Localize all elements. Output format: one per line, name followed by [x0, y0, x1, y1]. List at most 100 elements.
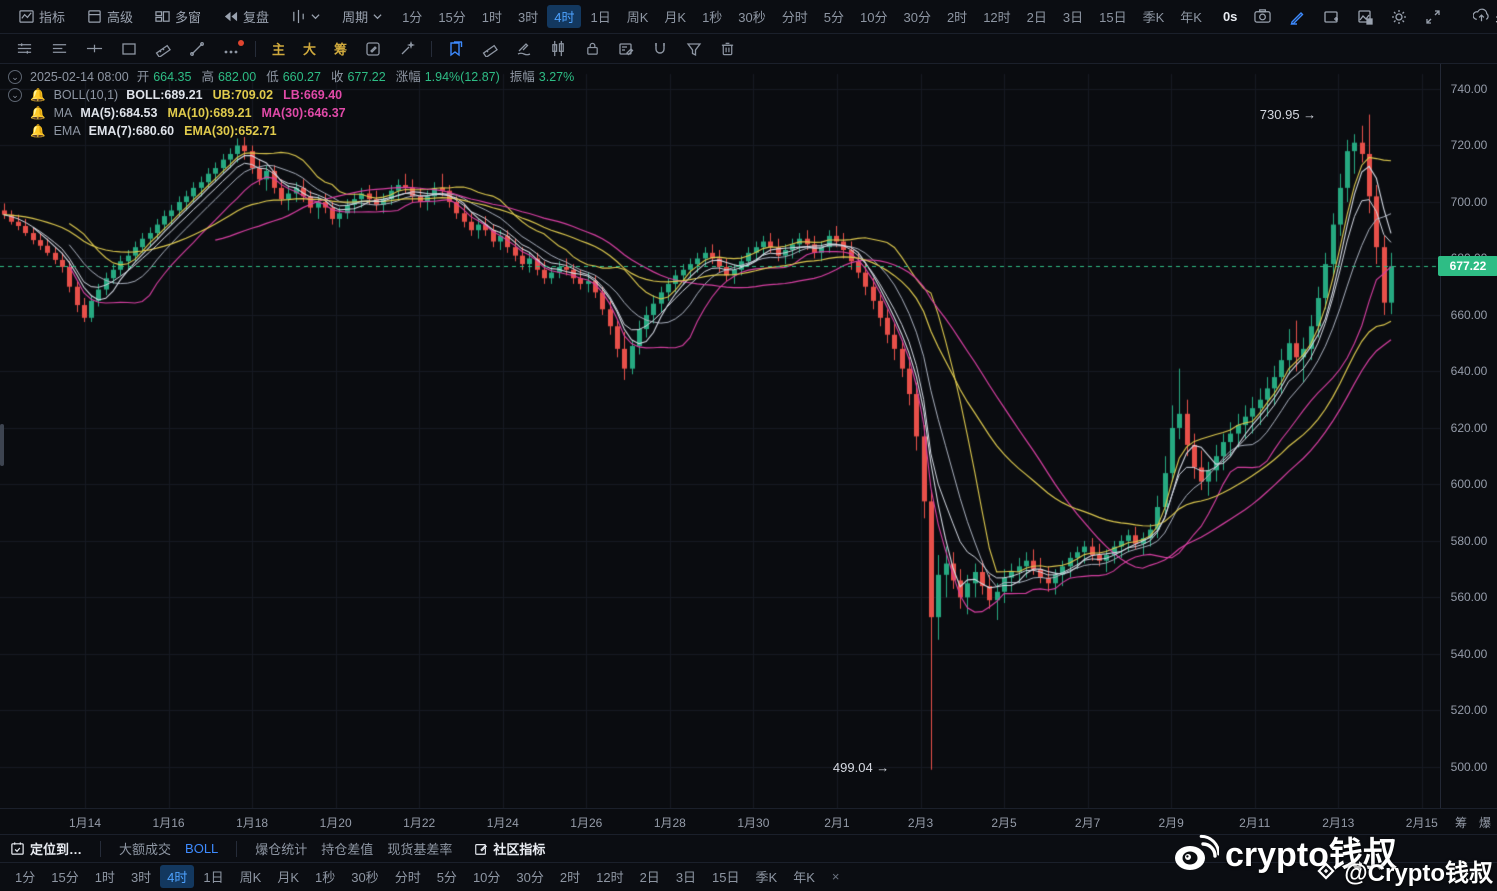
indicator-position-diff[interactable]: 持仓差值: [321, 839, 373, 858]
lock-icon[interactable]: [579, 41, 606, 56]
tab-top-15日[interactable]: 15日: [1092, 5, 1133, 28]
magic-wand-icon[interactable]: [393, 40, 421, 57]
tab-top-3日[interactable]: 3日: [1056, 5, 1090, 28]
date-label-1: 1月16: [152, 816, 185, 830]
tab-bottom-12时[interactable]: 12时: [589, 865, 630, 888]
indicator-liquidation[interactable]: 爆仓统计: [255, 839, 307, 858]
tab-bottom-30秒[interactable]: 30秒: [344, 865, 385, 888]
menu-advanced[interactable]: 高级: [78, 7, 142, 26]
cloud-save-dropdown[interactable]: 未命名: [1464, 7, 1497, 26]
price-tick-600: 600.00: [1450, 477, 1488, 492]
tab-bottom-4时[interactable]: 4时: [160, 865, 195, 888]
chips-tool[interactable]: 筹: [328, 39, 353, 58]
horizontal-ray-icon[interactable]: [80, 40, 109, 57]
collapse-chevron-icon[interactable]: ⌄: [8, 88, 22, 102]
indicator-large-trades[interactable]: 大额成交: [119, 839, 171, 858]
tab-bottom-3日[interactable]: 3日: [669, 865, 703, 888]
tab-bottom-30分[interactable]: 30分: [509, 865, 550, 888]
line-settings-icon[interactable]: [10, 40, 39, 57]
tab-top-2日[interactable]: 2日: [1020, 5, 1054, 28]
tab-bottom-季K[interactable]: 季K: [749, 865, 785, 888]
tab-top-30秒[interactable]: 30秒: [731, 5, 772, 28]
bookmark-icon[interactable]: [442, 40, 470, 57]
brush-icon[interactable]: [510, 41, 538, 57]
tab-bottom-15日[interactable]: 15日: [705, 865, 746, 888]
tab-bottom-1时[interactable]: 1时: [88, 865, 122, 888]
locate-button[interactable]: 定位到…: [10, 839, 82, 858]
volume-style-dropdown[interactable]: [282, 9, 329, 24]
menu-replay[interactable]: 复盘: [214, 7, 278, 26]
tab-bottom-1日[interactable]: 1日: [196, 865, 230, 888]
tab-bottom-2时[interactable]: 2时: [553, 865, 587, 888]
menu-indicators[interactable]: 指标: [10, 7, 74, 26]
date-axis[interactable]: 筹爆 1月14 1月16 1月18 1月20 1月22 1月24 1月26 1月28 1月30 2…: [0, 808, 1497, 834]
tab-top-15分[interactable]: 15分: [431, 5, 472, 28]
candlestick-canvas[interactable]: [0, 64, 1440, 808]
draw-pencil-icon[interactable]: [1282, 9, 1312, 25]
filter-funnel-icon[interactable]: [680, 41, 708, 57]
tab-bottom-1秒[interactable]: 1秒: [308, 865, 342, 888]
tab-bottom-5分[interactable]: 5分: [430, 865, 464, 888]
tab-top-12时[interactable]: 12时: [976, 5, 1017, 28]
magnet-icon[interactable]: [646, 41, 674, 57]
period-dropdown[interactable]: 周期: [333, 7, 391, 26]
ruler-icon[interactable]: [149, 41, 177, 57]
chart-area[interactable]: ⌄ 2025-02-14 08:00 开 664.35 高 682.00 低 660.27…: [0, 64, 1497, 808]
tab-top-周K[interactable]: 周K: [620, 5, 656, 28]
large-view-tool[interactable]: 大: [297, 39, 322, 58]
menu-multi-window[interactable]: 多窗: [146, 7, 210, 26]
tab-top-1分[interactable]: 1分: [395, 5, 429, 28]
tab-top-1日[interactable]: 1日: [583, 5, 617, 28]
tab-top-2时[interactable]: 2时: [940, 5, 974, 28]
tab-top-1时[interactable]: 1时: [475, 5, 509, 28]
tab-bottom-周K[interactable]: 周K: [233, 865, 269, 888]
fullscreen-icon[interactable]: [1418, 9, 1448, 25]
tab-bottom-分时[interactable]: 分时: [388, 865, 428, 888]
annotation-add-icon[interactable]: [1316, 9, 1346, 25]
indicator-boll[interactable]: BOLL: [185, 841, 218, 856]
alert-bell-icon[interactable]: 🔔: [30, 86, 46, 104]
trend-line-icon[interactable]: [183, 41, 211, 57]
ohlc-key: 收: [330, 70, 344, 84]
ohlc-val: 682.00: [217, 70, 257, 84]
tab-bottom-年K[interactable]: 年K: [786, 865, 822, 888]
price-axis[interactable]: 740.00720.00700.00680.00660.00640.00620.…: [1438, 64, 1497, 808]
tab-top-年K[interactable]: 年K: [1173, 5, 1209, 28]
tab-bottom-3时[interactable]: 3时: [124, 865, 158, 888]
alert-bell-icon[interactable]: 🔔: [30, 104, 46, 122]
line-styles-icon[interactable]: [45, 40, 74, 57]
tab-top-3时[interactable]: 3时: [511, 5, 545, 28]
tab-bottom-1分[interactable]: 1分: [8, 865, 42, 888]
candle-style-icon[interactable]: [544, 40, 573, 57]
tab-top-10分[interactable]: 10分: [853, 5, 894, 28]
edit-box-icon[interactable]: [359, 41, 387, 57]
main-chart-tool[interactable]: 主: [266, 39, 291, 58]
left-scrollbar-handle[interactable]: [0, 424, 4, 466]
side-tab-0[interactable]: 筹: [1455, 814, 1467, 831]
tab-bottom-10分[interactable]: 10分: [466, 865, 507, 888]
tab-top-月K[interactable]: 月K: [657, 5, 693, 28]
tab-top-分时[interactable]: 分时: [775, 5, 815, 28]
trash-icon[interactable]: [714, 41, 741, 56]
alert-bell-icon[interactable]: 🔔: [30, 122, 46, 140]
tab-top-1秒[interactable]: 1秒: [695, 5, 729, 28]
note-edit-icon[interactable]: [612, 41, 640, 57]
tab-bottom-15分[interactable]: 15分: [44, 865, 85, 888]
tab-bottom-2日[interactable]: 2日: [633, 865, 667, 888]
community-indicators-button[interactable]: 社区指标: [474, 839, 545, 858]
tab-bottom-月K[interactable]: 月K: [270, 865, 306, 888]
image-layers-icon[interactable]: [1350, 9, 1380, 25]
measure-icon[interactable]: [476, 41, 504, 57]
screenshot-camera-icon[interactable]: [1247, 8, 1278, 25]
side-tab-1[interactable]: 爆: [1479, 814, 1491, 831]
rectangle-tool-icon[interactable]: [115, 41, 143, 57]
tab-top-季K[interactable]: 季K: [1136, 5, 1172, 28]
close-bar-icon[interactable]: ×: [824, 867, 848, 886]
more-tools-icon[interactable]: [217, 39, 245, 57]
indicator-spot-basis[interactable]: 现货基差率: [387, 839, 452, 858]
collapse-chevron-icon[interactable]: ⌄: [8, 70, 22, 84]
tab-top-4时[interactable]: 4时: [547, 5, 582, 28]
tab-top-30分[interactable]: 30分: [896, 5, 937, 28]
settings-gear-icon[interactable]: [1384, 9, 1414, 25]
tab-top-5分[interactable]: 5分: [817, 5, 851, 28]
